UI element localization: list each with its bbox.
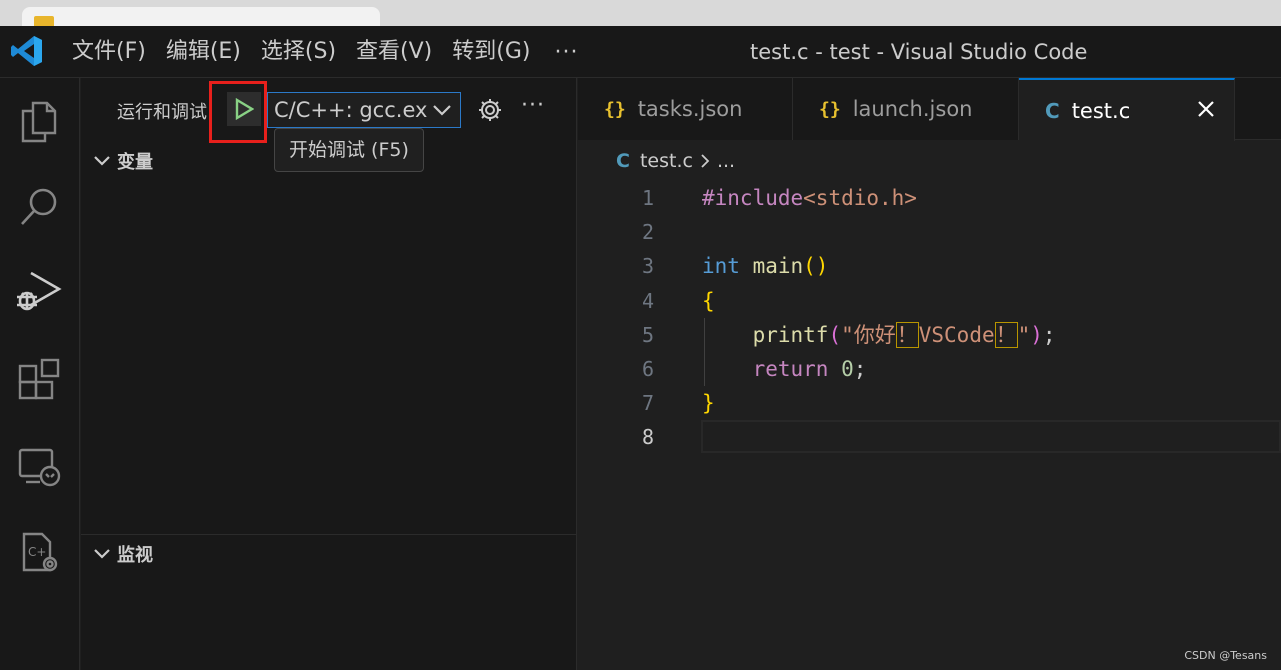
menu-go[interactable]: 转到(G): [442, 26, 540, 78]
string-literal: ": [1017, 322, 1031, 347]
line-number-current: 8: [641, 425, 654, 450]
watermark: CSDN @Tesans: [1184, 649, 1267, 662]
return-keyword: return: [752, 356, 829, 381]
line-number: 6: [641, 356, 654, 381]
code-line: {: [702, 284, 1281, 318]
gear-icon[interactable]: [475, 95, 505, 125]
extensions-icon[interactable]: [14, 356, 64, 406]
folder-icon: [34, 16, 54, 26]
menu-more-button[interactable]: ···: [540, 40, 592, 65]
chevron-right-icon: [699, 153, 711, 169]
breadcrumb-symbol[interactable]: ...: [717, 150, 735, 172]
menu-bar: 文件(F) 编辑(E) 选择(S) 查看(V) 转到(G) ···: [62, 26, 592, 78]
tab-tasks-json[interactable]: {} tasks.json: [578, 78, 793, 140]
line-number: 1: [641, 186, 654, 210]
code-line: }: [702, 386, 1281, 420]
editor-tabs: {} tasks.json {} launch.json C test.c: [578, 78, 1281, 141]
code-line: #include<stdio.h>: [702, 181, 1281, 215]
line-number-gutter: 1 2 3 4 5 6 7 8: [578, 181, 658, 455]
unicode-highlight: ！: [895, 321, 919, 348]
watch-section-header[interactable]: 监视: [81, 537, 577, 571]
line-number: 4: [641, 288, 654, 313]
code-text-area[interactable]: #include<stdio.h> int main() { printf("你…: [702, 181, 1281, 455]
code-line: printf("你好！VSCode！");: [702, 318, 1281, 352]
code-line: int main(): [702, 249, 1281, 283]
run-debug-icon[interactable]: [14, 266, 64, 316]
tab-label: tasks.json: [637, 97, 743, 121]
chevron-down-icon: [81, 155, 117, 167]
close-icon[interactable]: [1194, 97, 1218, 121]
string-literal: VSCode: [918, 322, 995, 347]
json-icon: {}: [819, 98, 841, 120]
vscode-logo-icon: [10, 34, 44, 68]
debug-config-value: C/C++: gcc.ex: [274, 98, 428, 122]
brace: {: [702, 288, 715, 313]
activity-bar: C+: [0, 78, 80, 670]
menu-file[interactable]: 文件(F): [62, 26, 156, 78]
browser-strip: [0, 0, 1281, 29]
tab-test-c[interactable]: C test.c: [1019, 78, 1235, 141]
number-literal: 0: [841, 356, 854, 381]
run-debug-sidebar: 运行和调试 C/C++: gcc.ex ··· 开始调试 (F5) 变量 监视: [81, 78, 577, 670]
variables-section-header[interactable]: 变量: [81, 144, 577, 178]
search-icon[interactable]: [14, 182, 64, 232]
function-name: main: [739, 254, 804, 279]
sidebar-title: 运行和调试: [117, 102, 207, 123]
debug-config-select[interactable]: C/C++: gcc.ex: [267, 92, 461, 128]
chevron-down-icon: [432, 93, 454, 127]
window-title: test.c - test - Visual Studio Code: [750, 40, 1088, 64]
editor-area: {} tasks.json {} launch.json C test.c C …: [578, 78, 1281, 670]
tab-launch-json[interactable]: {} launch.json: [793, 78, 1019, 140]
tab-label: test.c: [1071, 98, 1131, 123]
svg-text:C+: C+: [28, 545, 46, 559]
code-line: return 0;: [702, 352, 1281, 386]
line-number: 3: [641, 254, 654, 279]
menu-edit[interactable]: 编辑(E): [156, 26, 251, 78]
include-header: <stdio.h>: [803, 186, 917, 210]
c-file-icon: C: [616, 150, 630, 172]
title-bar: 文件(F) 编辑(E) 选择(S) 查看(V) 转到(G) ··· test.c…: [0, 26, 1281, 78]
explorer-icon[interactable]: [14, 96, 64, 146]
breadcrumb-file[interactable]: test.c: [640, 150, 693, 172]
menu-view[interactable]: 查看(V): [346, 26, 442, 78]
line-number: 2: [641, 220, 654, 245]
cpp-projects-icon[interactable]: C+: [14, 528, 64, 578]
chevron-down-icon: [81, 548, 117, 560]
brace: }: [702, 391, 715, 416]
sidebar-more-button[interactable]: ···: [521, 93, 545, 118]
line-number: 5: [641, 322, 654, 347]
line-number: 7: [641, 391, 654, 416]
type-keyword: int: [702, 254, 740, 279]
paren: (): [803, 254, 829, 279]
string-literal: "你好: [841, 322, 896, 347]
semicolon: ;: [1042, 322, 1056, 347]
include-directive: #include: [702, 186, 804, 210]
tab-label: launch.json: [852, 97, 973, 121]
variables-section-title: 变量: [117, 152, 153, 173]
start-debugging-button[interactable]: [227, 92, 261, 126]
breadcrumb: C test.c ...: [616, 148, 735, 174]
section-divider: [81, 534, 577, 535]
menu-selection[interactable]: 选择(S): [251, 26, 346, 78]
paren: (: [828, 322, 842, 347]
json-icon: {}: [604, 98, 626, 120]
paren: ): [1030, 322, 1043, 347]
watch-section-title: 监视: [117, 545, 153, 566]
function-call: printf: [752, 322, 829, 347]
c-file-icon: C: [1045, 98, 1060, 123]
unicode-highlight: ！: [994, 321, 1018, 348]
remote-explorer-icon[interactable]: [14, 442, 64, 492]
semicolon: ;: [853, 356, 867, 381]
